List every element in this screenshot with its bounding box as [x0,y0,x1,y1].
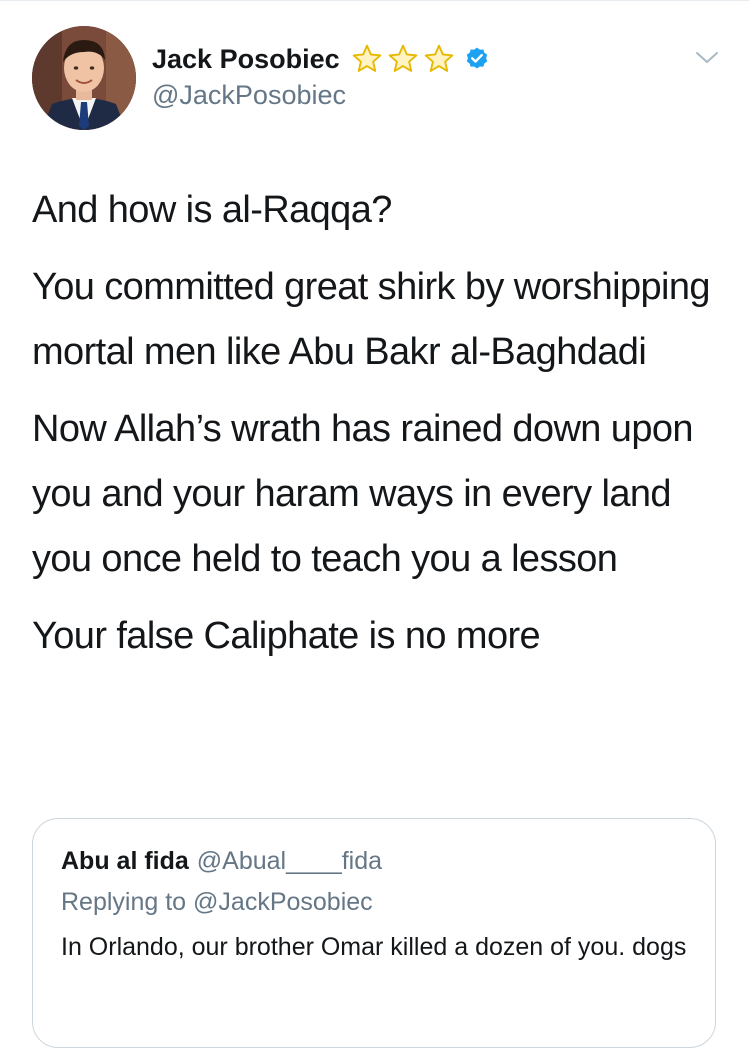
verified-badge-icon [464,46,490,72]
profile-photo [32,26,136,130]
author-display-name[interactable]: Jack Posobiec [152,44,340,75]
tweet-card: Jack Posobiec @JackPosobiec And how is a… [0,0,749,1048]
quoted-tweet[interactable]: Abu al fida @Abual____fida Replying to @J… [32,818,716,1048]
star-icon [424,44,453,72]
quoted-author-row: Abu al fida @Abual____fida [61,845,715,877]
avatar[interactable] [32,26,136,130]
quoted-handle: @Abual____fida [196,847,383,875]
replying-to-line: Replying to @JackPosobiec [61,883,715,921]
tweet-paragraph: Now Allah’s wrath has rained down upon y… [32,408,694,580]
author-row: Jack Posobiec [152,40,490,78]
replying-to-mention[interactable]: @JackPosobiec [193,888,373,916]
top-divider [0,0,749,1]
chevron-down-icon[interactable] [694,48,720,68]
star-icon [388,44,417,72]
tweet-paragraph: And how is al-Raqqa? [32,189,392,231]
replying-to-prefix: Replying to [61,888,187,916]
star-icon [352,44,381,72]
author-handle[interactable]: @JackPosobiec [152,80,346,111]
tweet-text: And how is al-Raqqa? You committed great… [32,178,722,681]
quoted-text: In Orlando, our brother Omar killed a do… [61,933,687,961]
tweet-paragraph: Your false Caliphate is no more [32,615,541,657]
tweet-paragraph: You committed great shirk by worshipping… [32,266,711,373]
quoted-display-name: Abu al fida [61,847,189,875]
star-badges [350,43,458,75]
